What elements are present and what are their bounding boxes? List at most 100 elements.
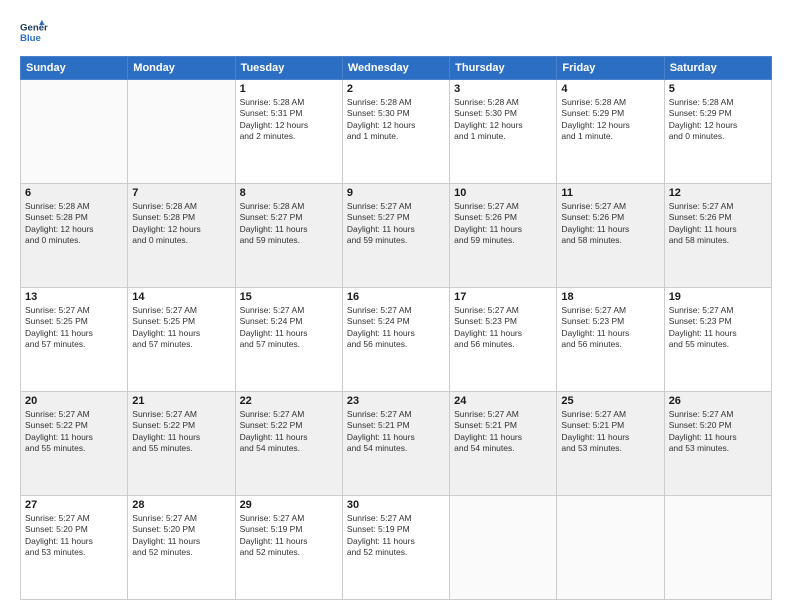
calendar-cell: 27 Sunrise: 5:27 AM Sunset: 5:20 PM Dayli…	[21, 496, 128, 600]
day-number: 7	[132, 187, 230, 199]
day-number: 20	[25, 395, 123, 407]
day-number: 26	[669, 395, 767, 407]
header: General Blue	[20, 18, 772, 46]
cell-info: Sunrise: 5:27 AM Sunset: 5:27 PM Dayligh…	[347, 201, 445, 247]
day-number: 24	[454, 395, 552, 407]
cell-info: Sunrise: 5:27 AM Sunset: 5:24 PM Dayligh…	[347, 305, 445, 351]
cell-info: Sunrise: 5:27 AM Sunset: 5:26 PM Dayligh…	[561, 201, 659, 247]
calendar-cell	[450, 496, 557, 600]
day-number: 11	[561, 187, 659, 199]
calendar-cell: 26 Sunrise: 5:27 AM Sunset: 5:20 PM Dayli…	[664, 392, 771, 496]
cell-info: Sunrise: 5:27 AM Sunset: 5:22 PM Dayligh…	[25, 409, 123, 455]
cell-info: Sunrise: 5:27 AM Sunset: 5:21 PM Dayligh…	[454, 409, 552, 455]
day-number: 10	[454, 187, 552, 199]
calendar-cell: 30Sunrise: 5:27 AM Sunset: 5:19 PM Dayli…	[342, 496, 449, 600]
col-header-sunday: Sunday	[21, 57, 128, 80]
col-header-thursday: Thursday	[450, 57, 557, 80]
calendar-cell: 5Sunrise: 5:28 AM Sunset: 5:29 PM Daylig…	[664, 80, 771, 184]
calendar-cell: 3Sunrise: 5:28 AM Sunset: 5:30 PM Daylig…	[450, 80, 557, 184]
cell-info: Sunrise: 5:27 AM Sunset: 5:20 PM Dayligh…	[25, 513, 123, 559]
calendar-cell: 8 Sunrise: 5:28 AM Sunset: 5:27 PM Daylig…	[235, 184, 342, 288]
calendar-cell	[557, 496, 664, 600]
day-number: 25	[561, 395, 659, 407]
day-number: 23	[347, 395, 445, 407]
day-number: 9	[347, 187, 445, 199]
calendar-cell: 20 Sunrise: 5:27 AM Sunset: 5:22 PM Dayli…	[21, 392, 128, 496]
week-row-4: 20 Sunrise: 5:27 AM Sunset: 5:22 PM Dayli…	[21, 392, 772, 496]
day-number: 4	[561, 83, 659, 95]
cell-info: Sunrise: 5:27 AM Sunset: 5:23 PM Dayligh…	[561, 305, 659, 351]
calendar-cell: 23 Sunrise: 5:27 AM Sunset: 5:21 PM Dayli…	[342, 392, 449, 496]
calendar-cell: 25 Sunrise: 5:27 AM Sunset: 5:21 PM Dayli…	[557, 392, 664, 496]
day-number: 13	[25, 291, 123, 303]
cell-info: Sunrise: 5:28 AM Sunset: 5:31 PM Dayligh…	[240, 97, 338, 143]
cell-info: Sunrise: 5:28 AM Sunset: 5:28 PM Dayligh…	[25, 201, 123, 247]
col-header-saturday: Saturday	[664, 57, 771, 80]
day-number: 14	[132, 291, 230, 303]
day-number: 3	[454, 83, 552, 95]
cell-info: Sunrise: 5:27 AM Sunset: 5:23 PM Dayligh…	[454, 305, 552, 351]
col-header-monday: Monday	[128, 57, 235, 80]
header-row: SundayMondayTuesdayWednesdayThursdayFrid…	[21, 57, 772, 80]
calendar-cell: 18 Sunrise: 5:27 AM Sunset: 5:23 PM Dayli…	[557, 288, 664, 392]
calendar-cell: 10 Sunrise: 5:27 AM Sunset: 5:26 PM Dayli…	[450, 184, 557, 288]
cell-info: Sunrise: 5:27 AM Sunset: 5:25 PM Dayligh…	[25, 305, 123, 351]
day-number: 30	[347, 499, 445, 511]
calendar-cell: 13 Sunrise: 5:27 AM Sunset: 5:25 PM Dayli…	[21, 288, 128, 392]
calendar-cell: 2Sunrise: 5:28 AM Sunset: 5:30 PM Daylig…	[342, 80, 449, 184]
cell-info: Sunrise: 5:27 AM Sunset: 5:19 PM Dayligh…	[240, 513, 338, 559]
cell-info: Sunrise: 5:27 AM Sunset: 5:20 PM Dayligh…	[132, 513, 230, 559]
cell-info: Sunrise: 5:27 AM Sunset: 5:26 PM Dayligh…	[454, 201, 552, 247]
day-number: 5	[669, 83, 767, 95]
col-header-friday: Friday	[557, 57, 664, 80]
calendar-cell	[664, 496, 771, 600]
week-row-3: 13 Sunrise: 5:27 AM Sunset: 5:25 PM Dayli…	[21, 288, 772, 392]
calendar-cell: 12 Sunrise: 5:27 AM Sunset: 5:26 PM Dayli…	[664, 184, 771, 288]
page: General Blue SundayMondayTuesdayWednesda…	[0, 0, 792, 612]
calendar-cell: 28Sunrise: 5:27 AM Sunset: 5:20 PM Dayli…	[128, 496, 235, 600]
col-header-wednesday: Wednesday	[342, 57, 449, 80]
calendar-cell: 11 Sunrise: 5:27 AM Sunset: 5:26 PM Dayli…	[557, 184, 664, 288]
cell-info: Sunrise: 5:27 AM Sunset: 5:20 PM Dayligh…	[669, 409, 767, 455]
cell-info: Sunrise: 5:27 AM Sunset: 5:26 PM Dayligh…	[669, 201, 767, 247]
calendar-cell: 16 Sunrise: 5:27 AM Sunset: 5:24 PM Dayli…	[342, 288, 449, 392]
day-number: 29	[240, 499, 338, 511]
day-number: 6	[25, 187, 123, 199]
calendar-cell: 6 Sunrise: 5:28 AM Sunset: 5:28 PM Daylig…	[21, 184, 128, 288]
calendar-table: SundayMondayTuesdayWednesdayThursdayFrid…	[20, 56, 772, 600]
day-number: 1	[240, 83, 338, 95]
day-number: 15	[240, 291, 338, 303]
day-number: 2	[347, 83, 445, 95]
calendar-cell: 7Sunrise: 5:28 AM Sunset: 5:28 PM Daylig…	[128, 184, 235, 288]
calendar-cell: 9 Sunrise: 5:27 AM Sunset: 5:27 PM Daylig…	[342, 184, 449, 288]
calendar-cell: 4 Sunrise: 5:28 AM Sunset: 5:29 PM Daylig…	[557, 80, 664, 184]
calendar-cell	[128, 80, 235, 184]
calendar-cell: 21Sunrise: 5:27 AM Sunset: 5:22 PM Dayli…	[128, 392, 235, 496]
calendar-cell: 1 Sunrise: 5:28 AM Sunset: 5:31 PM Daylig…	[235, 80, 342, 184]
calendar-cell: 15 Sunrise: 5:27 AM Sunset: 5:24 PM Dayli…	[235, 288, 342, 392]
calendar-cell: 22Sunrise: 5:27 AM Sunset: 5:22 PM Dayli…	[235, 392, 342, 496]
calendar-cell: 14 Sunrise: 5:27 AM Sunset: 5:25 PM Dayli…	[128, 288, 235, 392]
week-row-1: 1 Sunrise: 5:28 AM Sunset: 5:31 PM Daylig…	[21, 80, 772, 184]
cell-info: Sunrise: 5:28 AM Sunset: 5:29 PM Dayligh…	[561, 97, 659, 143]
col-header-tuesday: Tuesday	[235, 57, 342, 80]
week-row-2: 6 Sunrise: 5:28 AM Sunset: 5:28 PM Daylig…	[21, 184, 772, 288]
cell-info: Sunrise: 5:27 AM Sunset: 5:25 PM Dayligh…	[132, 305, 230, 351]
day-number: 16	[347, 291, 445, 303]
day-number: 17	[454, 291, 552, 303]
cell-info: Sunrise: 5:28 AM Sunset: 5:27 PM Dayligh…	[240, 201, 338, 247]
day-number: 8	[240, 187, 338, 199]
day-number: 27	[25, 499, 123, 511]
day-number: 12	[669, 187, 767, 199]
cell-info: Sunrise: 5:27 AM Sunset: 5:24 PM Dayligh…	[240, 305, 338, 351]
day-number: 19	[669, 291, 767, 303]
calendar-cell	[21, 80, 128, 184]
day-number: 18	[561, 291, 659, 303]
cell-info: Sunrise: 5:27 AM Sunset: 5:23 PM Dayligh…	[669, 305, 767, 351]
cell-info: Sunrise: 5:27 AM Sunset: 5:22 PM Dayligh…	[132, 409, 230, 455]
cell-info: Sunrise: 5:27 AM Sunset: 5:21 PM Dayligh…	[347, 409, 445, 455]
day-number: 22	[240, 395, 338, 407]
cell-info: Sunrise: 5:27 AM Sunset: 5:21 PM Dayligh…	[561, 409, 659, 455]
calendar-cell: 17 Sunrise: 5:27 AM Sunset: 5:23 PM Dayli…	[450, 288, 557, 392]
calendar-cell: 19 Sunrise: 5:27 AM Sunset: 5:23 PM Dayli…	[664, 288, 771, 392]
